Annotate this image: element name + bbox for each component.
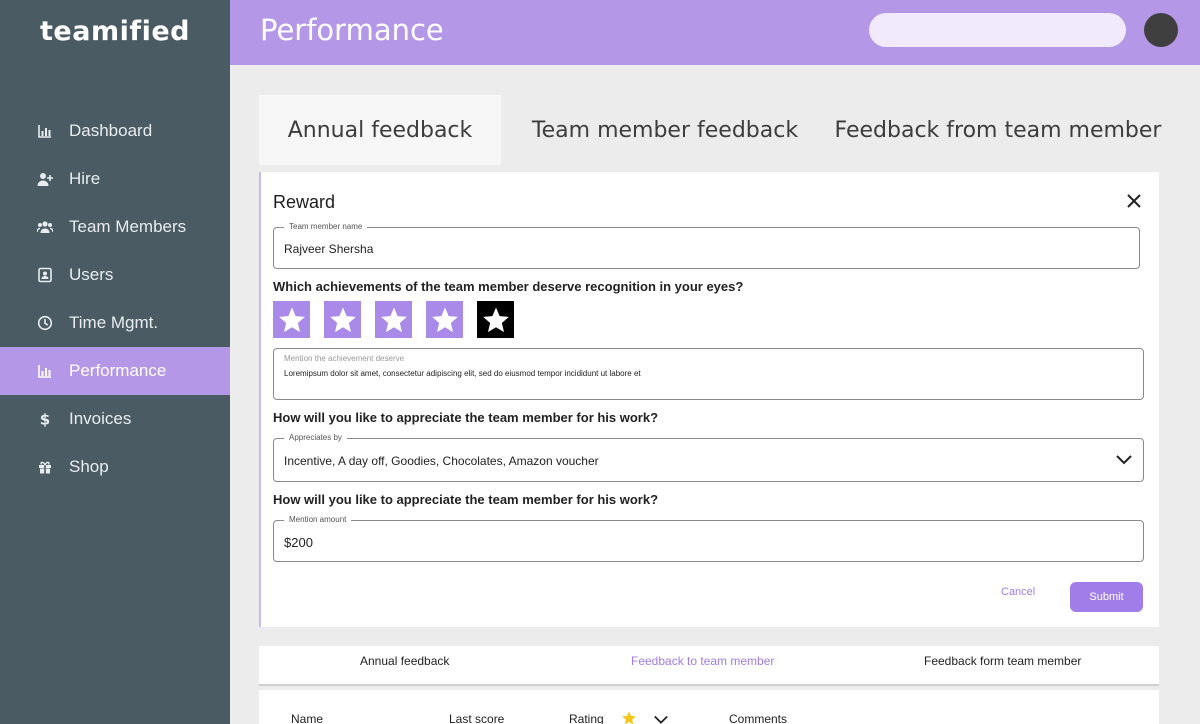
sidebar-item-dashboard[interactable]: Dashboard — [0, 107, 230, 155]
appreciates-by-select[interactable]: Appreciates by Incentive, A day off, Goo… — [273, 432, 1144, 482]
sidebar-item-label: Users — [69, 265, 114, 284]
sidebar-item-label: Shop — [69, 457, 109, 476]
field-value: Incentive, A day off, Goodies, Chocolate… — [284, 454, 599, 468]
sidebar-item-label: Time Mgmt. — [69, 313, 159, 332]
sidebar-item-hire[interactable]: Hire — [0, 155, 230, 203]
field-label: Mention amount — [284, 514, 352, 526]
svg-text:$: $ — [40, 411, 50, 427]
sidebar-item-label: Performance — [69, 361, 167, 380]
sidebar: teamified Dashboard Hire Team Members Us… — [0, 0, 230, 724]
field-label: Team member name — [284, 221, 368, 233]
tab-feedback-from-team-member[interactable]: Feedback from team member — [825, 95, 1171, 165]
users-icon — [35, 217, 55, 237]
star-rating[interactable] — [273, 301, 528, 338]
column-header-rating: Rating — [569, 712, 604, 724]
sidebar-item-invoices[interactable]: $ Invoices — [0, 395, 230, 443]
star-icon[interactable] — [375, 301, 412, 338]
feedback-subtabs: Annual feedback Feedback to team member … — [259, 646, 1159, 686]
star-icon[interactable] — [426, 301, 463, 338]
top-bar: Performance — [230, 0, 1200, 65]
avatar[interactable] — [1144, 13, 1178, 47]
column-header-comments: Comments — [729, 712, 788, 724]
page-title: Performance — [260, 13, 444, 47]
sidebar-nav: Dashboard Hire Team Members Users Time M… — [0, 107, 230, 491]
field-value: Rajveer Shersha — [284, 242, 374, 256]
feedback-table: Name Last score Rating Comments — [259, 690, 1159, 724]
question-achievements: Which achievements of the team member de… — [273, 279, 744, 294]
sidebar-item-time-mgmt[interactable]: Time Mgmt. — [0, 299, 230, 347]
bar-chart-icon — [35, 361, 55, 381]
team-member-name-field[interactable]: Team member name Rajveer Shersha — [273, 221, 1140, 269]
column-header-last-score: Last score — [449, 712, 505, 724]
search-input[interactable] — [869, 13, 1126, 47]
sidebar-item-users[interactable]: Users — [0, 251, 230, 299]
star-icon[interactable] — [477, 301, 514, 338]
field-label: Appreciates by — [284, 432, 347, 444]
sidebar-item-label: Team Members — [69, 217, 187, 236]
achievement-field[interactable]: Mention the achievement deserve Loremips… — [273, 348, 1144, 400]
question-appreciation: How will you like to appreciate the team… — [273, 410, 659, 425]
question-amount: How will you like to appreciate the team… — [273, 492, 659, 507]
subtab-feedback-to-team-member[interactable]: Feedback to team member — [631, 654, 774, 668]
reward-form: Reward Team member name Rajveer Shersha … — [259, 172, 1159, 627]
sidebar-item-performance[interactable]: Performance — [0, 347, 230, 395]
id-card-icon — [35, 265, 55, 285]
feedback-tabs: Annual feedback Team member feedback Fee… — [259, 95, 1171, 165]
clock-icon — [35, 313, 55, 333]
star-icon — [622, 711, 636, 724]
sidebar-item-label: Hire — [69, 169, 101, 188]
chevron-down-icon[interactable] — [1115, 451, 1133, 469]
column-header-name: Name — [291, 712, 324, 724]
subtab-feedback-form-team-member[interactable]: Feedback form team member — [924, 654, 1081, 668]
add-user-icon — [35, 169, 55, 189]
star-icon[interactable] — [273, 301, 310, 338]
amount-field[interactable]: Mention amount $200 — [273, 514, 1144, 562]
dollar-icon: $ — [35, 409, 55, 429]
star-icon[interactable] — [324, 301, 361, 338]
close-icon[interactable] — [1123, 190, 1145, 212]
sidebar-item-label: Dashboard — [69, 121, 153, 140]
sidebar-item-team-members[interactable]: Team Members — [0, 203, 230, 251]
submit-button[interactable]: Submit — [1070, 582, 1143, 612]
field-label: Mention the achievement deserve — [284, 353, 405, 365]
field-value: Loremipsum dolor sit amet, consectetur a… — [284, 369, 641, 378]
cancel-button[interactable]: Cancel — [1001, 586, 1035, 598]
subtab-annual-feedback[interactable]: Annual feedback — [360, 654, 449, 668]
field-value: $200 — [284, 535, 313, 550]
app-logo: teamified — [40, 16, 190, 47]
sidebar-item-label: Invoices — [69, 409, 132, 428]
tab-annual-feedback[interactable]: Annual feedback — [259, 95, 501, 165]
tab-team-member-feedback[interactable]: Team member feedback — [515, 95, 815, 165]
form-title: Reward — [273, 192, 336, 212]
chevron-down-icon[interactable] — [653, 712, 669, 724]
sidebar-item-shop[interactable]: Shop — [0, 443, 230, 491]
gift-icon — [35, 457, 55, 477]
bar-chart-icon — [35, 121, 55, 141]
